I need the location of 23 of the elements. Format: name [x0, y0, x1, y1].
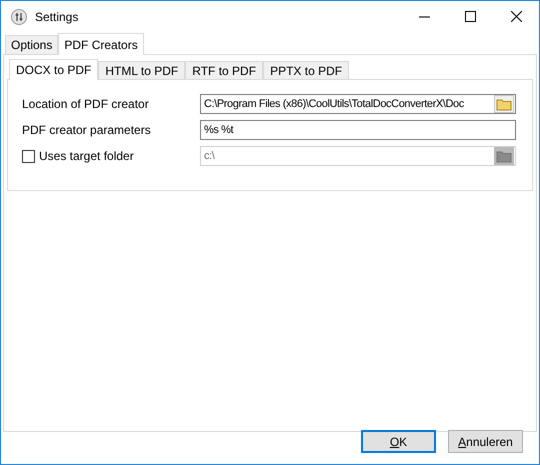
app-icon [11, 8, 27, 24]
close-icon [510, 11, 522, 22]
folder-icon [496, 98, 512, 110]
folder-icon [496, 150, 512, 162]
tab[interactable]: HTML to PDF [98, 61, 186, 79]
input-field[interactable]: C:\Program Files (x86)\CoolUtils\TotalDocConverterX\Doc [200, 94, 516, 114]
tab[interactable]: PPTX to PDF [263, 61, 350, 79]
window-title: Settings [35, 8, 78, 26]
field-label: PDF creator parameters [22, 122, 151, 139]
checkbox-label: Uses target folder [39, 148, 134, 165]
dialog-button[interactable]: Annuleren [448, 430, 523, 453]
tab[interactable]: Options [5, 35, 58, 54]
tab[interactable]: RTF to PDF [185, 61, 264, 79]
maximize-icon [464, 11, 476, 22]
dialog-button[interactable]: OK [361, 430, 436, 453]
field-label: Location of PDF creator [22, 96, 149, 113]
browse-button[interactable] [494, 95, 514, 113]
field-value: C:\Program Files (x86)\CoolUtils\TotalDocConverterX\Doc [204, 96, 465, 112]
tab[interactable]: DOCX to PDF [9, 59, 98, 80]
input-field[interactable]: %s %t [200, 120, 516, 140]
field-value: %s %t [204, 122, 234, 138]
tab[interactable]: PDF Creators [58, 33, 144, 55]
field-value: c:\ [204, 148, 216, 164]
